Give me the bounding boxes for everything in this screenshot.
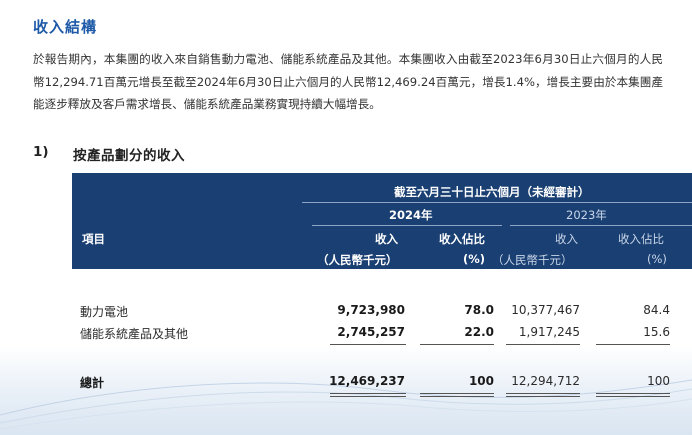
underline-rev-2024 <box>330 344 406 345</box>
row-1-share-2024: 78.0 <box>464 303 494 317</box>
underline-share-2024 <box>420 344 494 345</box>
row-item-power-battery: 動力電池 <box>80 305 129 319</box>
total-underline2-share-2023 <box>596 396 670 397</box>
year-current-header: 2024年 <box>389 208 433 222</box>
share-header-2023: 收入佔比 <box>618 232 664 246</box>
total-share-2023: 100 <box>647 374 670 388</box>
total-underline-share-2023 <box>596 393 670 394</box>
unit-revenue-2024: （人民幣千元） <box>317 253 398 267</box>
section-title: 收入結構 <box>33 18 98 36</box>
row-1-revenue-2024: 9,723,980 <box>337 303 405 317</box>
year-prior-rule <box>510 225 692 226</box>
unit-share-2024: (%) <box>463 252 486 266</box>
subsection-title: 按產品劃分的收入 <box>73 148 185 164</box>
row-item-energy-storage: 儲能系統產品及其他 <box>80 327 189 341</box>
table-header: 截至六月三十日止六個月（未經審計） 2024年 2023年 項目 收入 收入佔比… <box>72 173 692 269</box>
row-1-share-2023: 84.4 <box>643 303 670 317</box>
subsection-number: 1) <box>33 144 49 160</box>
row-1-revenue-2023: 10,377,467 <box>511 303 580 317</box>
total-underline2-rev-2024 <box>330 396 406 397</box>
total-underline-rev-2024 <box>330 393 406 394</box>
period-rule <box>302 202 692 203</box>
row-2-revenue-2023: 1,917,245 <box>518 325 580 339</box>
revenue-header-2024: 收入 <box>375 232 398 246</box>
section-paragraph: 於報告期內，本集團的收入來自銷售動力電池、儲能系統產品及其他。本集團收入由截至2… <box>33 52 663 111</box>
unit-share-2023: (%) <box>647 252 667 266</box>
year-prior-header: 2023年 <box>566 208 607 222</box>
row-2-share-2023: 15.6 <box>643 325 670 339</box>
share-header-2024: 收入佔比 <box>439 232 485 246</box>
total-revenue-2024: 12,469,237 <box>329 374 405 388</box>
total-underline2-rev-2023 <box>506 396 580 397</box>
underline-share-2023 <box>596 344 670 345</box>
total-share-2024: 100 <box>468 374 494 388</box>
item-header: 項目 <box>82 232 105 246</box>
total-underline-share-2024 <box>420 393 494 394</box>
unit-revenue-2023: （人民幣千元） <box>492 253 573 267</box>
row-2-share-2024: 22.0 <box>464 325 494 339</box>
total-revenue-2023: 12,294,712 <box>511 374 580 388</box>
total-underline2-share-2024 <box>420 396 494 397</box>
row-2-revenue-2024: 2,745,257 <box>337 325 405 339</box>
period-header: 截至六月三十日止六個月（未經審計） <box>394 185 590 199</box>
year-current-rule <box>312 225 502 226</box>
underline-rev-2023 <box>506 344 580 345</box>
revenue-header-2023: 收入 <box>555 232 578 246</box>
total-label: 總計 <box>80 376 105 390</box>
total-underline-rev-2023 <box>506 393 580 394</box>
